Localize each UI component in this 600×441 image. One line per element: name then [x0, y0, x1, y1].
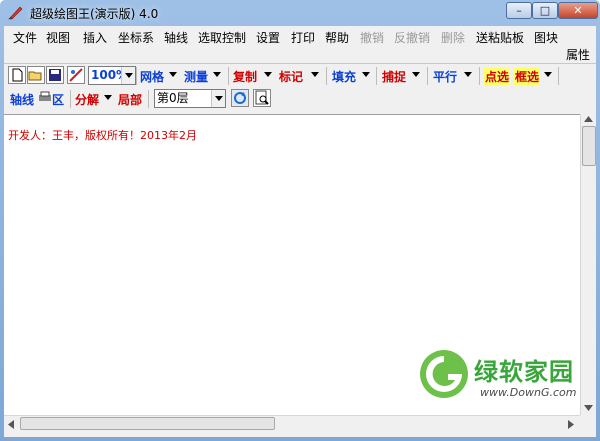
menu-undo[interactable]: 撤销 [360, 29, 384, 46]
point-select-button[interactable]: 点选 [484, 68, 511, 85]
open-folder-icon[interactable] [27, 66, 45, 84]
watermark-name: 绿软家园 [474, 358, 574, 386]
credit-text: 开发人：王丰，版权所有！2013年2月 [8, 129, 197, 142]
zoom-select[interactable]: 100% [88, 66, 136, 85]
toolbar-separator [558, 67, 559, 85]
measure-dropdown-icon[interactable] [213, 72, 221, 77]
menu-axis[interactable]: 轴线 [164, 29, 188, 46]
menu-coordinate-system[interactable]: 坐标系 [118, 29, 154, 46]
close-button[interactable]: ✕ [558, 2, 598, 19]
menu-properties[interactable]: 属性 [566, 46, 590, 63]
scroll-up-icon[interactable] [584, 116, 593, 122]
watermark: 绿软家园 www.DownG.com [418, 348, 590, 418]
menu-copy-to-clipboard[interactable]: 送粘贴板 [476, 29, 524, 46]
zoom-preview-icon[interactable] [253, 89, 271, 107]
save-icon[interactable] [46, 66, 64, 84]
axis-button[interactable]: 轴线 [10, 91, 34, 108]
chevron-down-icon[interactable] [211, 90, 225, 107]
mark-button[interactable]: 标记 [279, 68, 303, 85]
toolbar-separator [228, 67, 229, 85]
toolbar-separator [148, 90, 149, 108]
copy-dropdown-icon[interactable] [264, 72, 272, 77]
mark-dropdown-icon[interactable] [311, 72, 319, 77]
watermark-url: www.DownG.com [480, 386, 577, 399]
menu-block[interactable]: 图块 [534, 29, 558, 46]
copy-button[interactable]: 复制 [233, 68, 257, 85]
grid-dropdown-icon[interactable] [169, 72, 177, 77]
parallel-dropdown-icon[interactable] [464, 72, 472, 77]
refresh-icon[interactable] [231, 89, 249, 107]
menu-help[interactable]: 帮助 [325, 29, 349, 46]
menu-redo[interactable]: 反撤销 [394, 29, 430, 46]
horizontal-scroll-thumb[interactable] [20, 417, 275, 430]
maximize-button[interactable]: □ [532, 2, 558, 19]
grid-button[interactable]: 网格 [140, 68, 164, 85]
menu-delete[interactable]: 删除 [441, 29, 465, 46]
snap-dropdown-icon[interactable] [412, 72, 420, 77]
split-button[interactable]: 分解 [75, 91, 99, 108]
window-title: 超级绘图王(演示版) 4.0 [30, 7, 159, 21]
pencil-app-icon [8, 6, 23, 20]
fill-dropdown-icon[interactable] [362, 72, 370, 77]
layer-value: 第0层 [157, 91, 189, 105]
downg-logo-icon [420, 350, 468, 398]
select-dropdown-icon[interactable] [544, 72, 552, 77]
app-window: 超级绘图王(演示版) 4.0 – □ ✕ 文件 视图 插入 坐标系 轴线 选取控… [0, 0, 600, 441]
minimize-button[interactable]: – [506, 2, 532, 19]
fill-button[interactable]: 填充 [332, 68, 356, 85]
menu-view[interactable]: 视图 [46, 29, 70, 46]
new-file-icon[interactable] [8, 66, 26, 84]
toolbar-separator [376, 67, 377, 85]
toolbar-separator [427, 67, 428, 85]
chevron-down-icon[interactable] [121, 67, 135, 84]
local-button[interactable]: 局部 [118, 91, 142, 108]
scroll-right-icon[interactable] [568, 420, 574, 429]
measure-button[interactable]: 测量 [184, 68, 208, 85]
menu-settings[interactable]: 设置 [256, 29, 280, 46]
toolbar-separator [479, 67, 480, 85]
vertical-scroll-thumb[interactable] [582, 126, 596, 166]
menu-selection-control[interactable]: 选取控制 [198, 29, 246, 46]
toolbar-separator [136, 67, 137, 85]
scroll-left-icon[interactable] [8, 420, 14, 429]
toolbar-secondary: 轴线 区 分解 局部 第0层 [4, 87, 596, 113]
layer-select[interactable]: 第0层 [154, 89, 226, 108]
draw-tool-icon[interactable] [67, 66, 85, 84]
title-bar[interactable]: 超级绘图王(演示版) 4.0 – □ ✕ [0, 0, 600, 26]
toolbar-separator [70, 90, 71, 108]
menu-insert[interactable]: 插入 [83, 29, 107, 46]
parallel-button[interactable]: 平行 [433, 68, 457, 85]
area-button[interactable]: 区 [52, 91, 64, 108]
split-dropdown-icon[interactable] [104, 95, 112, 100]
menu-bar: 文件 视图 插入 坐标系 轴线 选取控制 设置 打印 帮助 撤销 反撤销 删除 … [4, 26, 596, 63]
box-select-button[interactable]: 框选 [514, 68, 541, 85]
snap-button[interactable]: 捕捉 [382, 68, 406, 85]
toolbar-separator [326, 67, 327, 85]
printer-icon[interactable] [38, 90, 52, 104]
menu-print[interactable]: 打印 [291, 29, 315, 46]
menu-file[interactable]: 文件 [13, 29, 37, 46]
